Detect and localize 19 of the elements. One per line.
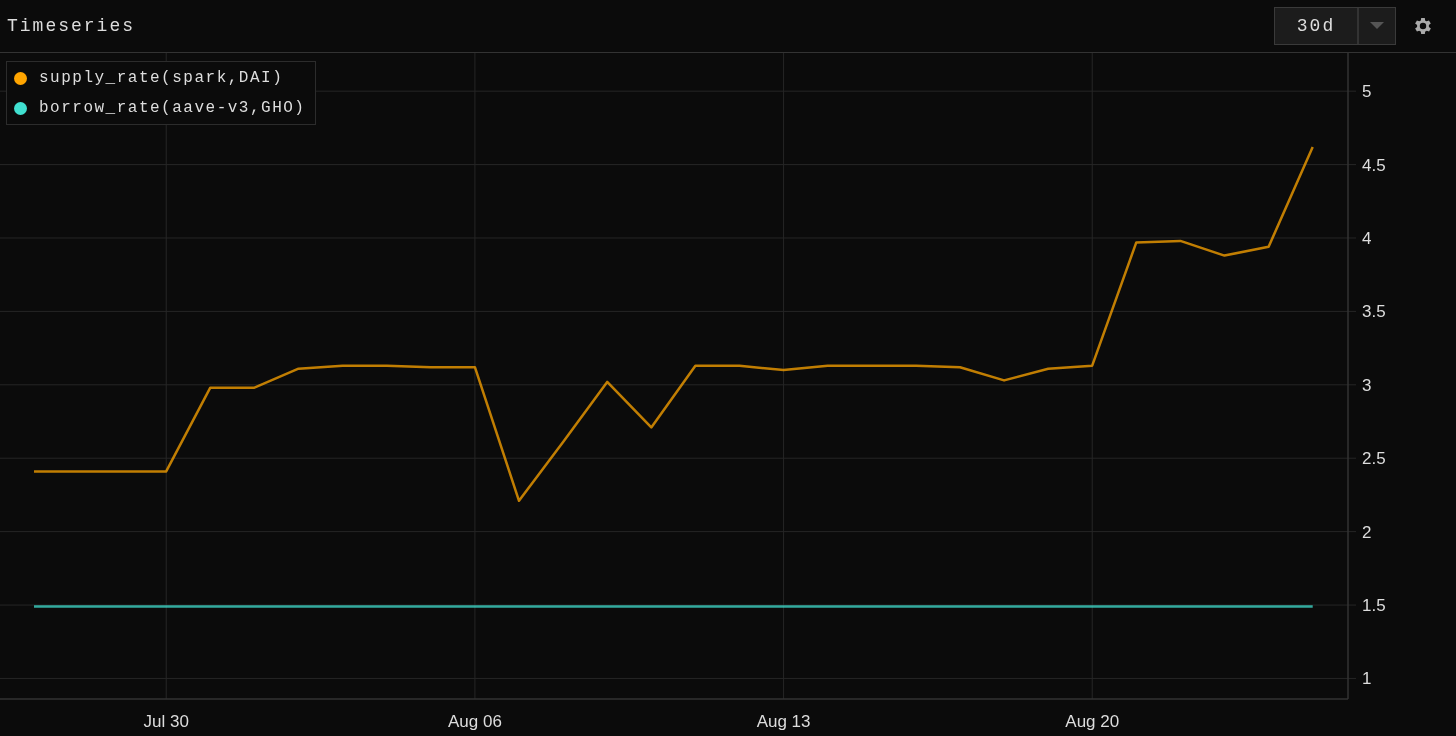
- x-tick-label: Jul 30: [143, 712, 189, 731]
- y-tick-label: 3: [1362, 375, 1372, 395]
- settings-icon[interactable]: [1412, 15, 1434, 37]
- x-tick-label: Aug 20: [1065, 712, 1120, 731]
- y-tick-label: 1.5: [1362, 596, 1386, 616]
- y-tick-label: 4.5: [1362, 155, 1386, 175]
- x-tick-label: Aug 13: [756, 712, 811, 731]
- panel-title: Timeseries: [7, 16, 136, 36]
- range-dropdown[interactable]: 30d: [1274, 7, 1396, 45]
- caret-icon: [1370, 22, 1384, 30]
- y-tick-label: 4: [1362, 229, 1372, 248]
- x-tick-label: Aug 06: [447, 712, 502, 731]
- y-tick-label: 1: [1362, 669, 1372, 689]
- y-tick-label: 2: [1362, 522, 1372, 542]
- y-tick-label: 5: [1362, 82, 1372, 102]
- legend-label: borrow_rate(aave-v3,GHO): [39, 99, 306, 117]
- y-tick-label: 3.5: [1362, 302, 1386, 322]
- legend-label: supply_rate(spark,DAI): [39, 69, 284, 87]
- y-tick-label: 2.5: [1362, 449, 1386, 469]
